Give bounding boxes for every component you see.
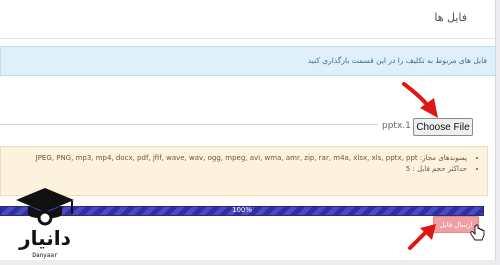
brand-name: دانیار	[19, 226, 71, 250]
file-input-divider	[0, 124, 378, 125]
info-alert: فایل های مربوط به تکلیف را در این قسمت ب…	[0, 46, 496, 76]
panel-header: فایل ها	[0, 0, 495, 39]
info-alert-text: فایل های مربوط به تکلیف را در این قسمت ب…	[307, 56, 487, 65]
page-title: فایل ها	[434, 11, 467, 24]
brand-name-latin: Danyaar	[32, 252, 58, 259]
annotation-arrow-icon	[402, 82, 438, 118]
brand-logo: دانیار Danyaar	[10, 186, 80, 262]
hand-pointer-icon	[470, 224, 485, 241]
max-size-item: حداکثر حجم فایل : 5	[36, 164, 467, 175]
selected-file-name: pptx.1	[382, 121, 411, 131]
graduation-cap-icon	[16, 188, 74, 226]
upload-rules-list: پسوندهای مجاز: JPEG, PNG, mp3, mp4, docx…	[36, 153, 477, 175]
annotation-arrow-icon	[408, 224, 436, 250]
allowed-formats-item: پسوندهای مجاز: JPEG, PNG, mp3, mp4, docx…	[36, 153, 467, 164]
